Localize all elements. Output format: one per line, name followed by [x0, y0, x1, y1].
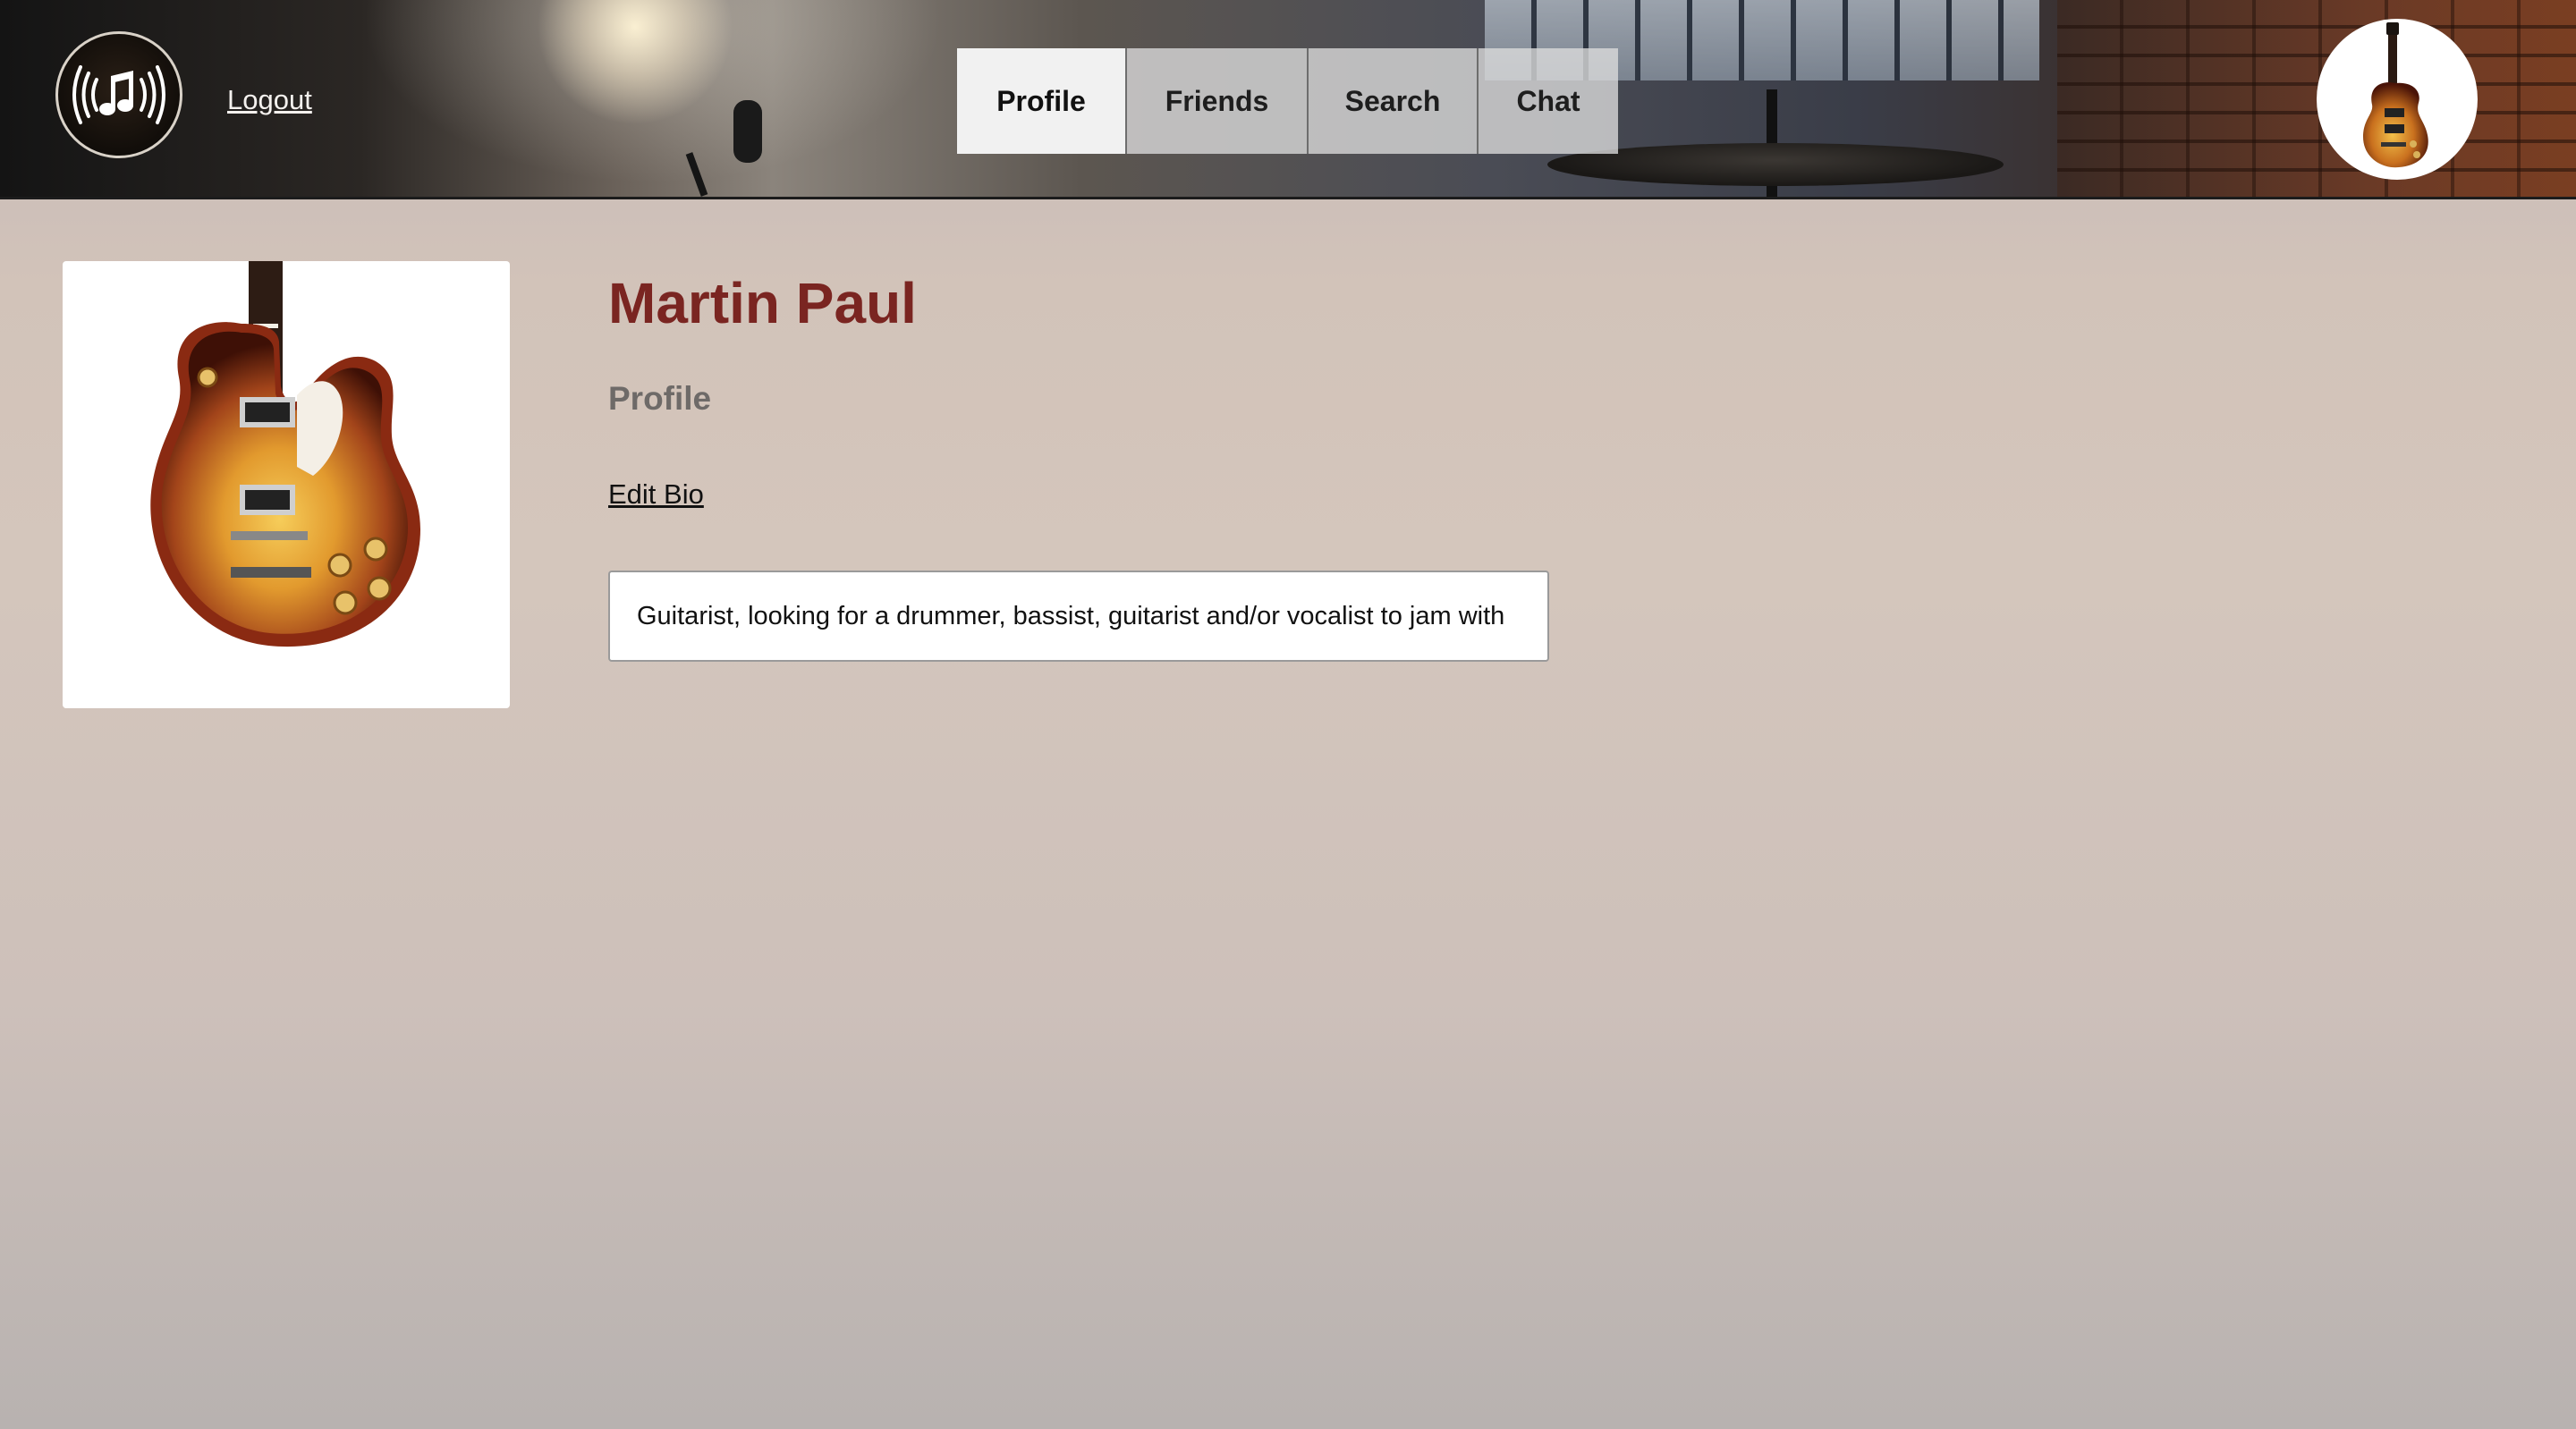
- profile-photo: [63, 261, 510, 708]
- user-avatar[interactable]: [2317, 19, 2478, 180]
- bio-text: Guitarist, looking for a drummer, bassis…: [637, 601, 1505, 630]
- app-logo[interactable]: [55, 31, 182, 158]
- edit-bio-link[interactable]: Edit Bio: [608, 478, 704, 511]
- electric-guitar-photo: [150, 261, 420, 647]
- header-banner: Logout Profile Friends Search Chat: [0, 0, 2576, 199]
- tab-friends[interactable]: Friends: [1125, 48, 1307, 154]
- profile-name: Martin Paul: [608, 271, 917, 335]
- tab-search[interactable]: Search: [1307, 48, 1477, 154]
- guitar-avatar-icon: [2363, 22, 2428, 168]
- music-note-broadcast-icon: [72, 65, 165, 124]
- logout-link[interactable]: Logout: [227, 84, 312, 116]
- tab-chat[interactable]: Chat: [1477, 48, 1618, 154]
- main-nav: Profile Friends Search Chat: [957, 48, 1618, 154]
- profile-section-title: Profile: [608, 380, 712, 417]
- banner-microphone: [733, 100, 762, 163]
- tab-profile[interactable]: Profile: [957, 48, 1125, 154]
- bio-box: Guitarist, looking for a drummer, bassis…: [608, 571, 1549, 662]
